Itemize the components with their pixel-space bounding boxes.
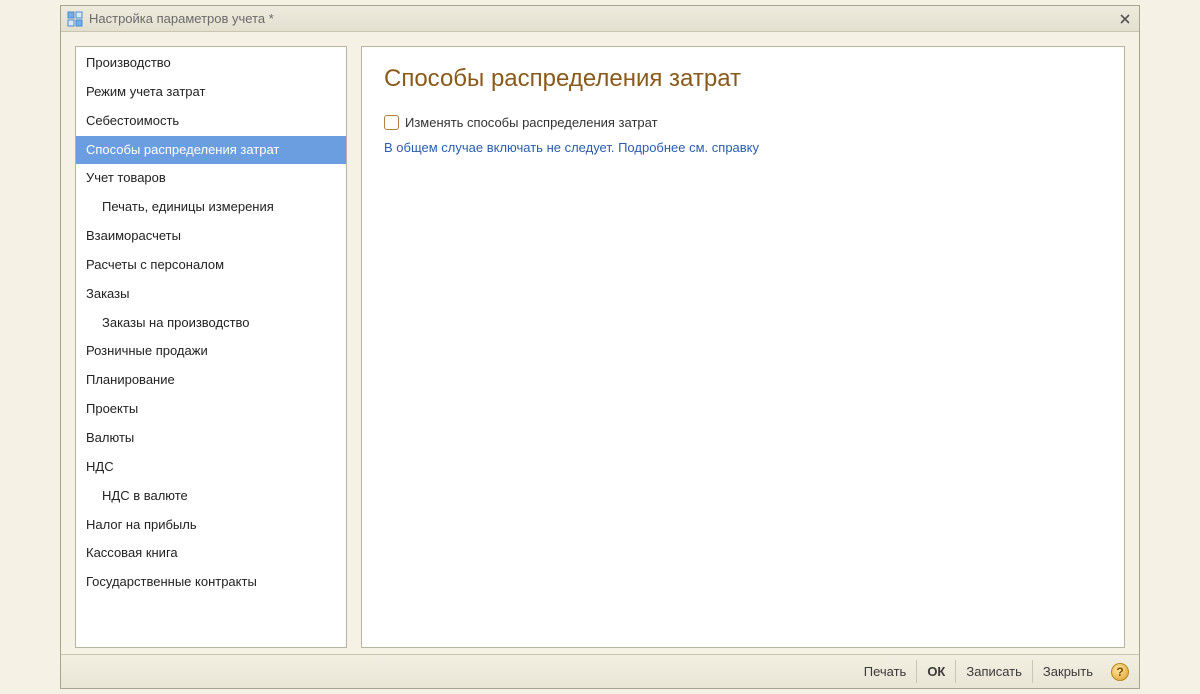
app-icon <box>67 11 83 27</box>
print-button[interactable]: Печать <box>854 660 917 683</box>
ok-button[interactable]: ОК <box>916 660 955 683</box>
sidebar-item[interactable]: Розничные продажи <box>76 337 346 366</box>
sidebar-item[interactable]: Производство <box>76 49 346 78</box>
sidebar-item[interactable]: Заказы на производство <box>76 309 346 338</box>
sidebar-item[interactable]: Валюты <box>76 424 346 453</box>
close-button[interactable]: Закрыть <box>1032 660 1103 683</box>
sidebar: ПроизводствоРежим учета затратСебестоимо… <box>75 46 347 648</box>
sidebar-item[interactable]: Способы распределения затрат <box>76 136 346 165</box>
checkbox-label: Изменять способы распределения затрат <box>405 115 658 130</box>
sidebar-item[interactable]: Режим учета затрат <box>76 78 346 107</box>
sidebar-item[interactable]: Печать, единицы измерения <box>76 193 346 222</box>
sidebar-item[interactable]: Себестоимость <box>76 107 346 136</box>
sidebar-item[interactable]: Кассовая книга <box>76 539 346 568</box>
checkbox-row: Изменять способы распределения затрат <box>384 115 1102 130</box>
close-icon[interactable] <box>1115 10 1135 28</box>
sidebar-item[interactable]: Заказы <box>76 280 346 309</box>
body-area: ПроизводствоРежим учета затратСебестоимо… <box>61 32 1139 654</box>
settings-window: Настройка параметров учета * Производств… <box>60 5 1140 689</box>
titlebar: Настройка параметров учета * <box>61 6 1139 32</box>
sidebar-item[interactable]: НДС <box>76 453 346 482</box>
content-title: Способы распределения затрат <box>384 65 1102 93</box>
sidebar-item[interactable]: Государственные контракты <box>76 568 346 597</box>
sidebar-item[interactable]: Взаиморасчеты <box>76 222 346 251</box>
save-button[interactable]: Записать <box>955 660 1032 683</box>
window-title: Настройка параметров учета * <box>89 11 1115 26</box>
sidebar-item[interactable]: Налог на прибыль <box>76 511 346 540</box>
sidebar-item[interactable]: Планирование <box>76 366 346 395</box>
sidebar-item[interactable]: Расчеты с персоналом <box>76 251 346 280</box>
help-icon[interactable]: ? <box>1111 663 1129 681</box>
change-methods-checkbox[interactable] <box>384 115 399 130</box>
footer: Печать ОК Записать Закрыть ? <box>61 654 1139 688</box>
sidebar-item[interactable]: НДС в валюте <box>76 482 346 511</box>
hint-text: В общем случае включать не следует. Подр… <box>384 140 1102 155</box>
sidebar-item[interactable]: Проекты <box>76 395 346 424</box>
content-panel: Способы распределения затрат Изменять сп… <box>361 46 1125 648</box>
sidebar-item[interactable]: Учет товаров <box>76 164 346 193</box>
